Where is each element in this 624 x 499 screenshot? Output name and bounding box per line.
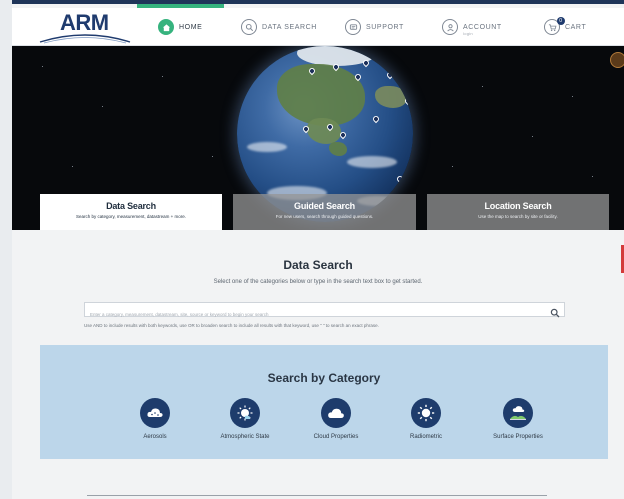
nav-support-label: SUPPORT [366, 23, 404, 31]
nav-home-label: HOME [179, 23, 203, 31]
tab-data-search-desc: Search by category, measurement, datastr… [75, 214, 187, 219]
category-surface-properties[interactable]: Surface Properties [478, 398, 558, 440]
surface-icon [503, 398, 533, 428]
search-box [84, 302, 565, 321]
site-header: ARM HOME DATA SEARCH SUPPORT ACCOUNT log… [12, 8, 624, 46]
nav-account-login[interactable]: login [463, 31, 473, 36]
tab-location-search[interactable]: Location Search Use the map to search by… [427, 194, 609, 230]
category-radiometric-label: Radiometric [409, 434, 442, 440]
site-pin-icon[interactable] [403, 96, 413, 106]
footer-divider [87, 495, 547, 496]
arm-logo[interactable]: ARM [38, 10, 132, 44]
page-subtitle: Select one of the categories below or ty… [213, 279, 423, 285]
search-input[interactable] [85, 308, 545, 321]
tab-data-search[interactable]: Data Search Search by category, measurem… [40, 194, 222, 230]
category-aerosols-label: Aerosols [143, 434, 167, 440]
nav-support[interactable]: SUPPORT [345, 17, 404, 37]
aerosols-icon [140, 398, 170, 428]
top-bar [12, 0, 624, 4]
search-submit-icon[interactable] [550, 305, 560, 318]
hero-globe-banner: Data Search Search by category, measurem… [12, 46, 624, 230]
edge-badge-icon[interactable] [610, 52, 624, 68]
nav-cart-label: CART [565, 23, 587, 31]
category-cloud-properties[interactable]: Cloud Properties [296, 398, 376, 440]
data-search-section: Data Search Select one of the categories… [12, 230, 624, 499]
nav-account[interactable]: ACCOUNT login [442, 17, 502, 37]
tab-guided-search-title: Guided Search [294, 201, 355, 211]
category-aerosols[interactable]: Aerosols [115, 398, 195, 440]
nav-account-label: ACCOUNT [463, 23, 502, 31]
nav-data-search[interactable]: DATA SEARCH [241, 17, 317, 37]
tab-guided-search-desc: For new users, search through guided que… [275, 214, 374, 219]
site-pin-icon[interactable] [395, 174, 405, 184]
nav-data-search-label: DATA SEARCH [262, 23, 317, 31]
support-icon [345, 19, 361, 35]
nav-home[interactable]: HOME [158, 17, 202, 37]
category-surface-properties-label: Surface Properties [493, 434, 543, 440]
site-pin-icon[interactable] [338, 130, 348, 140]
site-pin-icon[interactable] [371, 114, 381, 124]
user-icon [442, 19, 458, 35]
tab-location-search-title: Location Search [484, 201, 552, 211]
category-radiometric[interactable]: Radiometric [386, 398, 466, 440]
tab-data-search-title: Data Search [106, 201, 156, 211]
cart-icon: 0 [544, 17, 565, 35]
tab-guided-search[interactable]: Guided Search For new users, search thro… [233, 194, 416, 230]
category-title: Search by Category [267, 371, 381, 385]
nav-cart[interactable]: 0 CART [544, 17, 586, 37]
home-icon [158, 19, 174, 35]
page: ARM HOME DATA SEARCH SUPPORT ACCOUNT log… [12, 0, 624, 499]
search-icon [241, 19, 257, 35]
category-atmospheric-state-label: Atmospheric State [220, 434, 270, 440]
search-help-text: Use AND to include results with both key… [84, 323, 379, 328]
cloud-icon [321, 398, 351, 428]
logo-swoosh-icon [39, 34, 131, 44]
category-panel: Search by Category Aerosols Atmospheric … [40, 345, 608, 459]
category-atmospheric-state[interactable]: Atmospheric State [205, 398, 285, 440]
sun-icon [411, 398, 441, 428]
tab-location-search-desc: Use the map to search by site or facilit… [478, 214, 558, 219]
category-cloud-properties-label: Cloud Properties [313, 434, 359, 440]
cart-count-badge: 0 [557, 17, 565, 25]
site-pin-icon[interactable] [385, 70, 395, 80]
page-title: Data Search [283, 258, 353, 272]
atmospheric-state-icon [230, 398, 260, 428]
